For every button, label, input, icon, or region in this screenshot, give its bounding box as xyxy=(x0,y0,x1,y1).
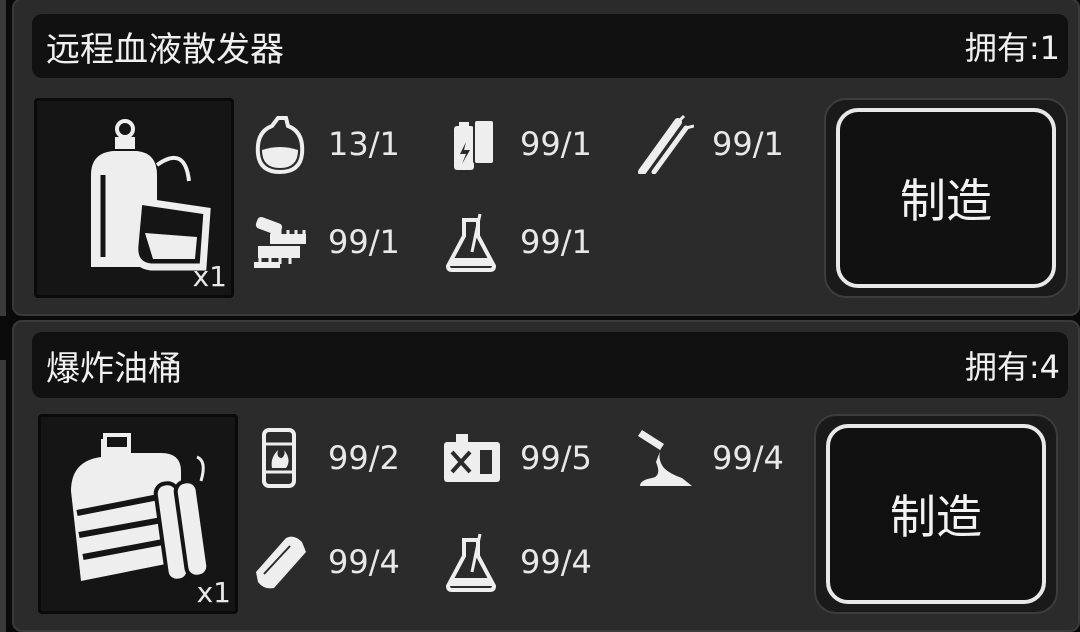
material-count: 99/4 xyxy=(712,439,784,477)
craft-button-frame: 制造 xyxy=(824,98,1068,298)
tape-icon xyxy=(256,536,306,589)
funnel-icon xyxy=(638,430,692,486)
output-item-slot[interactable]: x1 xyxy=(38,414,238,614)
material-slot: 99/4 xyxy=(250,532,400,592)
material-count: 13/1 xyxy=(328,125,400,163)
battery-icon xyxy=(454,119,495,170)
material-slot: 13/1 xyxy=(250,114,400,174)
jerrycan-icon xyxy=(444,434,500,482)
material-count: 99/5 xyxy=(520,439,592,477)
material-count: 99/1 xyxy=(520,223,592,261)
material-slot: 99/4 xyxy=(442,532,592,592)
output-quantity: x1 xyxy=(196,576,231,609)
material-slot: 99/1 xyxy=(250,212,400,272)
material-count: 99/4 xyxy=(328,543,400,581)
material-count: 99/4 xyxy=(520,543,592,581)
material-slot: 99/5 xyxy=(442,428,592,488)
craft-button-frame: 制造 xyxy=(814,414,1058,614)
recipe-header: 远程血液散发器 拥有:1 xyxy=(32,14,1068,78)
tube-icon xyxy=(638,114,694,174)
left-edge xyxy=(0,360,6,632)
output-quantity: x1 xyxy=(192,260,227,293)
flask-icon xyxy=(445,213,497,272)
material-count: 99/2 xyxy=(328,439,400,477)
material-count: 99/1 xyxy=(328,223,400,261)
material-slot: 99/1 xyxy=(442,114,592,174)
material-slot: 99/2 xyxy=(250,428,400,488)
flask-icon xyxy=(445,533,497,592)
material-count: 99/1 xyxy=(520,125,592,163)
recipe-card: 爆炸油桶 拥有:4 x1 99/2 99/5 99/4 99/4 99/4 制造 xyxy=(12,320,1080,632)
blood-bag-icon xyxy=(255,116,305,174)
blood-dispenser-icon xyxy=(91,119,211,271)
left-edge xyxy=(0,0,6,316)
recipe-header: 爆炸油桶 拥有:4 xyxy=(32,332,1068,398)
craft-button[interactable]: 制造 xyxy=(836,108,1056,288)
circuit-parts-icon xyxy=(254,217,306,268)
explosive-barrel-icon xyxy=(71,433,211,583)
recipe-title: 爆炸油桶 xyxy=(46,348,182,389)
recipe-title: 远程血液散发器 xyxy=(46,29,284,70)
fuel-barrel-icon xyxy=(262,428,296,488)
material-count: 99/1 xyxy=(712,125,784,163)
owned-count: 拥有:1 xyxy=(964,29,1060,67)
material-slot: 99/1 xyxy=(634,114,784,174)
output-item-slot[interactable]: x1 xyxy=(34,98,234,298)
craft-button[interactable]: 制造 xyxy=(826,424,1046,604)
material-slot: 99/1 xyxy=(442,212,592,272)
owned-count: 拥有:4 xyxy=(964,348,1060,386)
recipe-card: 远程血液散发器 拥有:1 x1 13/1 99/1 99/1 99/1 99/1… xyxy=(12,0,1080,316)
material-slot: 99/4 xyxy=(634,428,784,488)
